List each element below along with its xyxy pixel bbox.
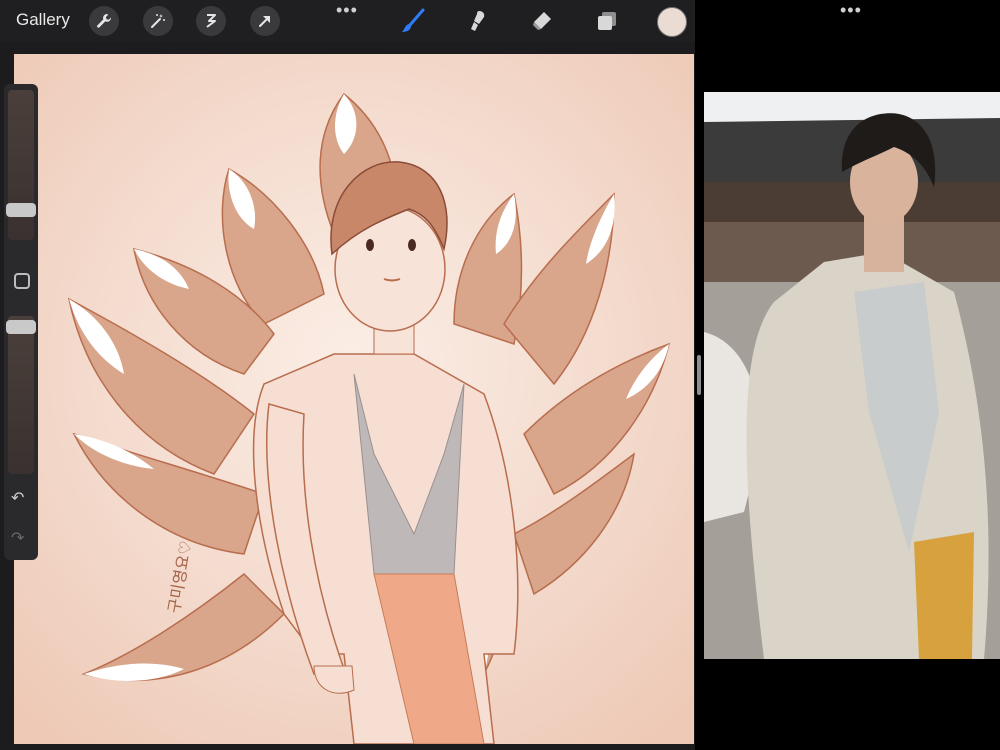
reference-photo-image [704,92,1000,659]
transform-arrow-icon [259,16,270,27]
brush-sidebar: ↶ ↷ [4,84,38,560]
reference-photo-pane: ••• [702,0,1000,750]
eraser-button[interactable] [527,6,557,36]
wrench-icon [97,14,112,28]
magic-wand-icon [151,14,165,28]
smudge-icon [471,11,485,31]
opacity-slider[interactable] [6,316,36,474]
brush-size-thumb[interactable] [6,203,36,217]
transform-button[interactable] [250,6,280,36]
artwork-fox-character: 구미영요♡ [14,54,694,744]
layers-button[interactable] [592,6,622,36]
modify-button[interactable] [14,273,30,289]
adjustments-button[interactable] [143,6,173,36]
reference-photo [704,92,1000,659]
smudge-button[interactable] [462,6,492,36]
brush-icon [402,8,425,32]
selection-icon [206,14,216,28]
undo-button[interactable]: ↶ [11,488,24,508]
color-picker-button[interactable] [657,7,687,37]
drawing-canvas[interactable]: 구미영요♡ [14,54,694,744]
multitask-dots[interactable]: ••• [336,0,358,21]
gallery-button[interactable]: Gallery [16,10,70,30]
top-toolbar: Gallery ••• [0,0,695,42]
layers-icon [598,12,616,30]
procreate-app: Gallery ••• 구미영요♡ ↶ ↷ [0,0,695,750]
opacity-thumb[interactable] [6,320,36,334]
split-view-divider[interactable] [697,355,701,395]
multitask-dots-right[interactable]: ••• [840,0,862,21]
brush-button[interactable] [398,6,428,36]
brush-size-slider[interactable] [6,90,36,240]
actions-button[interactable] [89,6,119,36]
redo-button[interactable]: ↷ [11,528,24,548]
eraser-icon [533,12,551,30]
selection-button[interactable] [196,6,226,36]
